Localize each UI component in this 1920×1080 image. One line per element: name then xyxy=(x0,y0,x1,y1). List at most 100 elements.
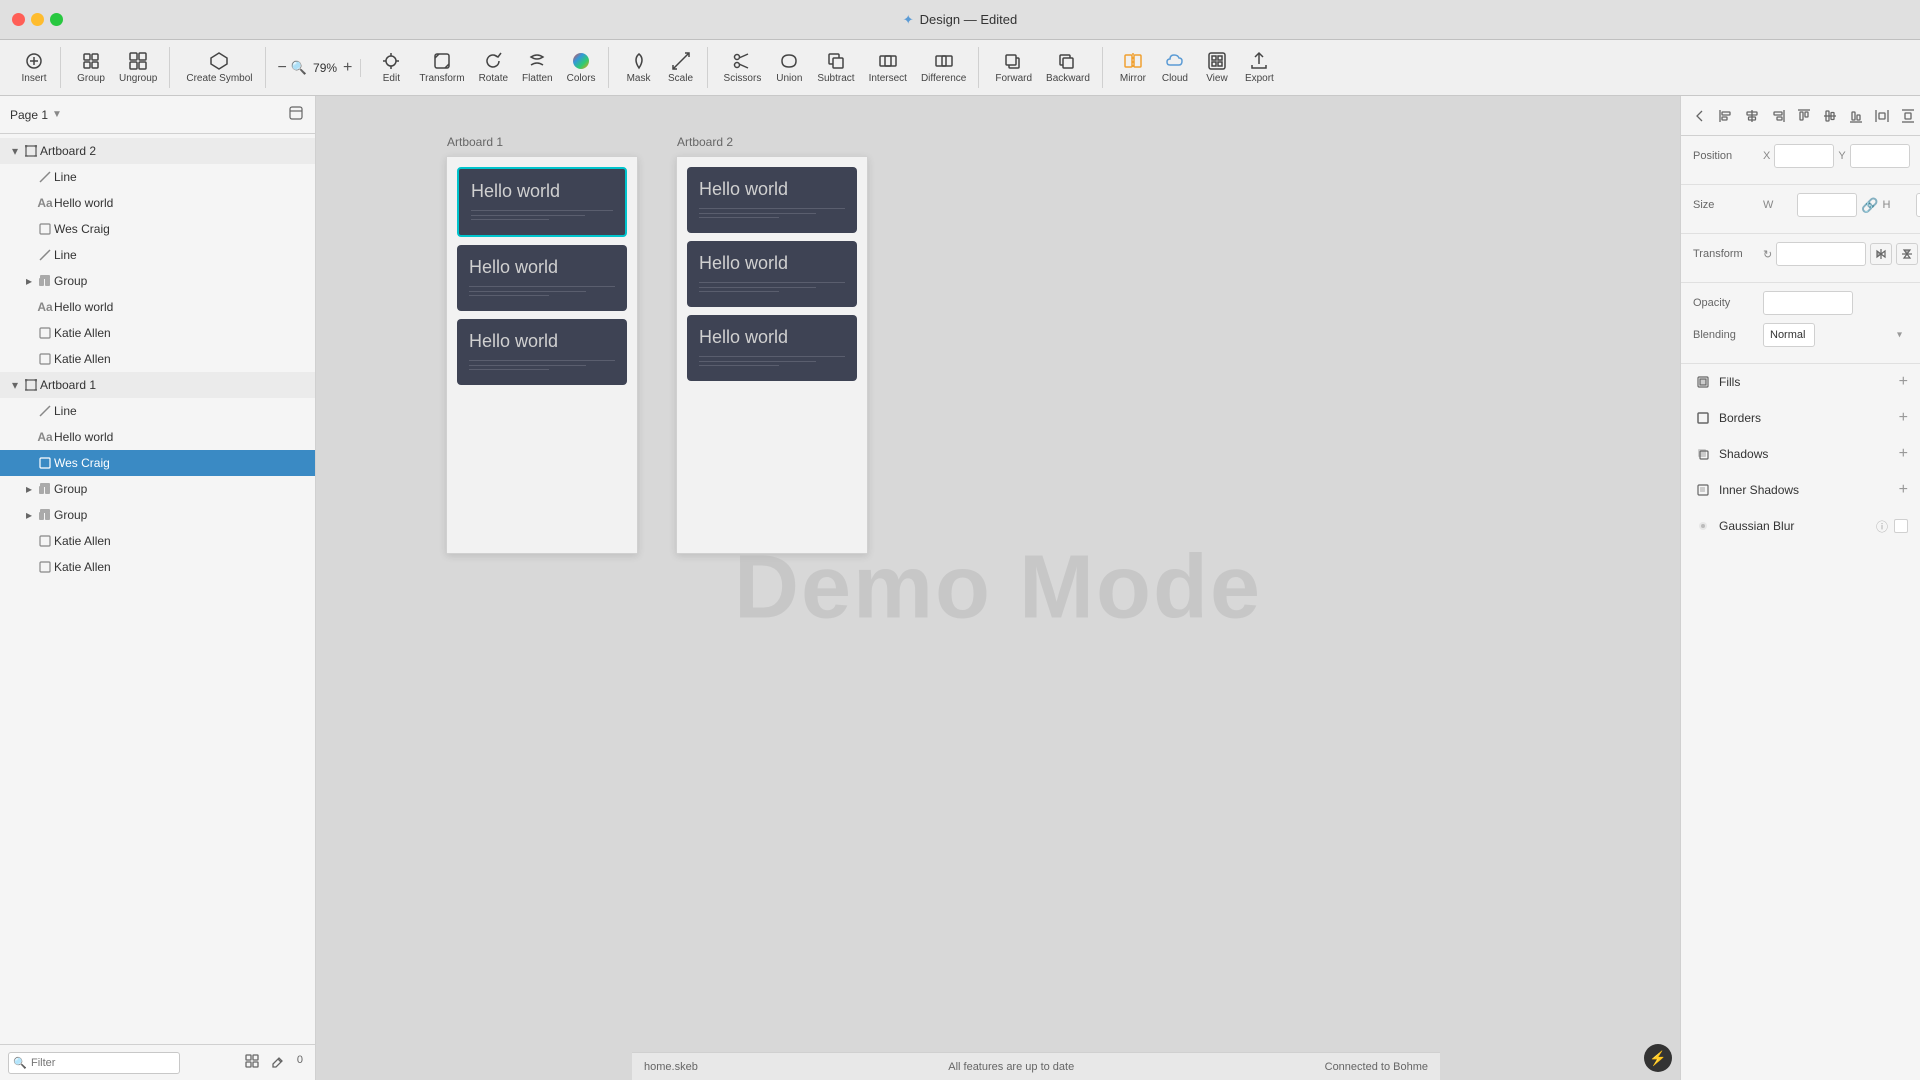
card-artboard1-top[interactable]: Hello world xyxy=(457,167,627,237)
layer-katieD[interactable]: ▸ Katie Allen xyxy=(0,554,315,580)
filter-input[interactable] xyxy=(8,1052,180,1074)
y-input[interactable] xyxy=(1850,144,1910,168)
page-selector[interactable]: Page 1 ▼ xyxy=(10,108,62,122)
close-button[interactable] xyxy=(12,13,25,26)
rp-align-center-h[interactable] xyxy=(1741,105,1763,127)
layer-helloworld1[interactable]: ▸ Aa Hello world xyxy=(0,190,315,216)
card-artboard2-top[interactable]: Hello world xyxy=(687,167,857,233)
zoom-decrease-button[interactable]: − xyxy=(278,59,287,77)
rp-align-right[interactable] xyxy=(1767,105,1789,127)
card-artboard2-mid[interactable]: Hello world xyxy=(687,241,857,307)
layer-katieC[interactable]: ▸ Katie Allen xyxy=(0,528,315,554)
layer-helloworld2[interactable]: ▸ Aa Hello world xyxy=(0,294,315,320)
insert-button[interactable]: Insert xyxy=(14,47,54,88)
blending-dropdown[interactable]: Normal Multiply Screen Overlay xyxy=(1763,323,1815,347)
union-button[interactable]: Union xyxy=(769,47,809,88)
fullscreen-button[interactable] xyxy=(50,13,63,26)
height-input[interactable] xyxy=(1916,193,1920,217)
layer-artboard1[interactable]: ▾ Artboard 1 xyxy=(0,372,315,398)
card-artboard1-mid[interactable]: Hello world xyxy=(457,245,627,311)
difference-button[interactable]: Difference xyxy=(915,47,972,88)
panel-settings-button[interactable] xyxy=(287,104,305,125)
opacity-section: Opacity Blending Normal Multiply Screen … xyxy=(1681,283,1920,364)
size-link-icon[interactable]: 🔗 xyxy=(1861,197,1878,214)
layer-wescraig2[interactable]: ▸ Wes Craig xyxy=(0,450,315,476)
artboard2-container[interactable]: Artboard 2 Hello world Hello world xyxy=(676,156,868,554)
layer-line3[interactable]: ▸ Line xyxy=(0,398,315,424)
intersect-button[interactable]: Intersect xyxy=(863,47,913,88)
inner-shadows-add-button[interactable]: + xyxy=(1899,482,1908,498)
zoom-increase-button[interactable]: + xyxy=(343,59,352,77)
rp-align-bottom[interactable] xyxy=(1845,105,1867,127)
colors-button[interactable]: Colors xyxy=(561,47,602,88)
layer-line1-label: Line xyxy=(54,170,307,184)
rotate-input[interactable] xyxy=(1776,242,1866,266)
width-input[interactable] xyxy=(1797,193,1857,217)
subtract-button[interactable]: Subtract xyxy=(811,47,860,88)
fills-add-button[interactable]: + xyxy=(1899,374,1908,390)
layer-group3[interactable]: ▸ Group xyxy=(0,502,315,528)
colors-label: Colors xyxy=(567,73,596,84)
ungroup-button[interactable]: Ungroup xyxy=(113,47,163,88)
scale-button[interactable]: Scale xyxy=(661,47,701,88)
expand-group3[interactable]: ▸ xyxy=(22,508,36,522)
mask-button[interactable]: Mask xyxy=(619,47,659,88)
layer-katieB[interactable]: ▸ Katie Allen xyxy=(0,346,315,372)
view-button[interactable]: View xyxy=(1197,47,1237,88)
add-layer-button[interactable] xyxy=(241,1052,263,1073)
flip-v-button[interactable] xyxy=(1896,243,1918,265)
rotate-button[interactable]: Rotate xyxy=(473,47,514,88)
artboard1-container[interactable]: Artboard 1 Hello world Hello world xyxy=(446,156,638,554)
expand-group1[interactable]: ▸ xyxy=(22,274,36,288)
rp-align-center-v[interactable] xyxy=(1819,105,1841,127)
expand-artboard1[interactable]: ▾ xyxy=(8,378,22,392)
layer-line2[interactable]: ▸ Line xyxy=(0,242,315,268)
shadows-section-header[interactable]: Shadows + xyxy=(1681,436,1920,472)
edit-label: Edit xyxy=(383,73,400,84)
card-artboard1-bot[interactable]: Hello world xyxy=(457,319,627,385)
group-button[interactable]: Group xyxy=(71,47,111,88)
rp-align-left[interactable] xyxy=(1715,105,1737,127)
view-label: View xyxy=(1206,73,1228,84)
scissors-button[interactable]: Scissors xyxy=(718,47,768,88)
subtract-label: Subtract xyxy=(817,73,854,84)
layer-helloworld3[interactable]: ▸ Aa Hello world xyxy=(0,424,315,450)
layer-group2[interactable]: ▸ Group xyxy=(0,476,315,502)
mirror-button[interactable]: Mirror xyxy=(1113,47,1153,88)
rp-distribute-v[interactable] xyxy=(1897,105,1919,127)
flip-h-button[interactable] xyxy=(1870,243,1892,265)
create-symbol-button[interactable]: Create Symbol xyxy=(180,47,258,88)
gaussian-blur-section-header[interactable]: Gaussian Blur ⓘ xyxy=(1681,508,1920,544)
x-input[interactable] xyxy=(1774,144,1834,168)
layer-line1[interactable]: ▸ Line xyxy=(0,164,315,190)
layer-wescraig1[interactable]: ▸ Wes Craig xyxy=(0,216,315,242)
borders-add-button[interactable]: + xyxy=(1899,410,1908,426)
layer-katieA[interactable]: ▸ Katie Allen xyxy=(0,320,315,346)
gaussian-blur-checkbox[interactable] xyxy=(1894,519,1908,533)
backward-button[interactable]: Backward xyxy=(1040,47,1096,88)
layer-artboard2[interactable]: ▾ Artboard 2 xyxy=(0,138,315,164)
edit-layer-button[interactable] xyxy=(267,1052,289,1073)
lightning-button[interactable]: ⚡ xyxy=(1644,1044,1672,1072)
minimize-button[interactable] xyxy=(31,13,44,26)
opacity-value xyxy=(1763,291,1908,315)
opacity-input[interactable] xyxy=(1763,291,1853,315)
flatten-button[interactable]: Flatten xyxy=(516,47,559,88)
fills-section-header[interactable]: Fills + xyxy=(1681,364,1920,400)
inner-shadows-section-header[interactable]: Inner Shadows + xyxy=(1681,472,1920,508)
export-button[interactable]: Export xyxy=(1239,47,1280,88)
rp-back-button[interactable] xyxy=(1689,105,1711,127)
layer-group1[interactable]: ▸ Group xyxy=(0,268,315,294)
borders-section-header[interactable]: Borders + xyxy=(1681,400,1920,436)
transform-button[interactable]: Transform xyxy=(413,47,470,88)
canvas[interactable]: Demo Mode Artboard 1 Hello world Hello w… xyxy=(316,96,1680,1080)
expand-group2[interactable]: ▸ xyxy=(22,482,36,496)
rp-distribute-h[interactable] xyxy=(1871,105,1893,127)
rp-align-top[interactable] xyxy=(1793,105,1815,127)
cloud-button[interactable]: Cloud xyxy=(1155,47,1195,88)
expand-artboard2[interactable]: ▾ xyxy=(8,144,22,158)
card-artboard2-bot[interactable]: Hello world xyxy=(687,315,857,381)
shadows-add-button[interactable]: + xyxy=(1899,446,1908,462)
edit-button[interactable]: Edit xyxy=(371,47,411,88)
forward-button[interactable]: Forward xyxy=(989,47,1038,88)
